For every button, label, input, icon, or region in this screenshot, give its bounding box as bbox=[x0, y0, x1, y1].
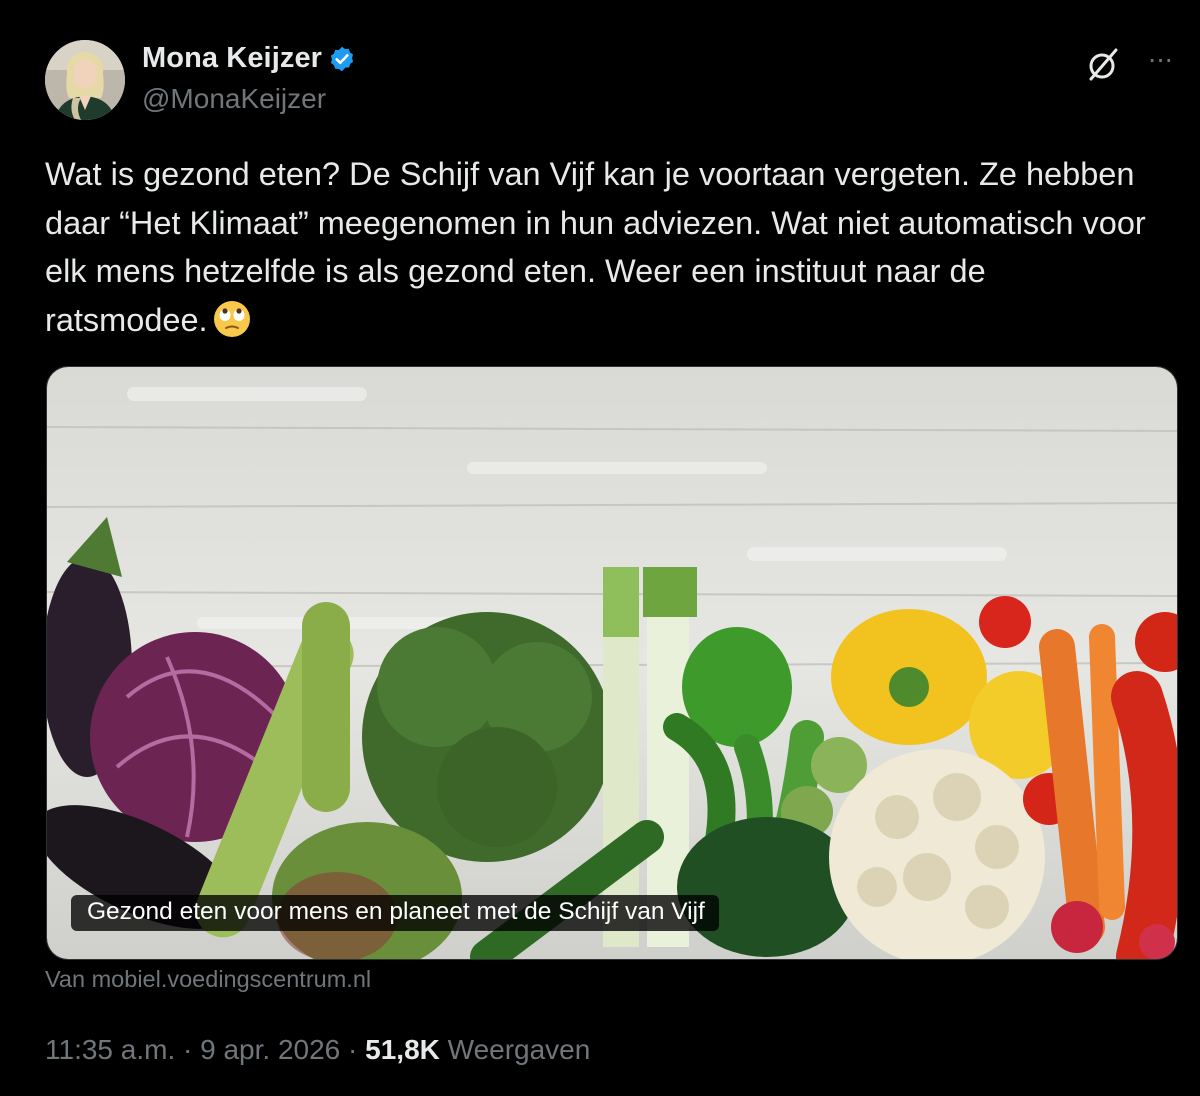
meta-separator: · bbox=[348, 1034, 358, 1065]
more-options-icon[interactable]: ··· bbox=[1140, 44, 1180, 80]
tweet-body: Wat is gezond eten? De Schijf van Vijf k… bbox=[45, 156, 1146, 338]
tweet-date[interactable]: 9 apr. 2026 bbox=[200, 1034, 340, 1065]
face-with-rolling-eyes-icon bbox=[212, 299, 252, 353]
tweet-meta: 11:35 a.m. · 9 apr. 2026 · 51,8K Weergav… bbox=[45, 1034, 590, 1066]
card-image bbox=[47, 367, 1177, 959]
views-label: Weergaven bbox=[447, 1034, 591, 1065]
link-card[interactable]: Gezond eten voor mens en planeet met de … bbox=[46, 366, 1178, 960]
tweet-text: Wat is gezond eten? De Schijf van Vijf k… bbox=[45, 150, 1155, 352]
tweet: Mona Keijzer @MonaKeijzer ··· Wat is gez… bbox=[0, 0, 1200, 1096]
card-caption: Gezond eten voor mens en planeet met de … bbox=[71, 895, 719, 931]
verified-badge-icon[interactable] bbox=[328, 45, 356, 73]
author-display-name[interactable]: Mona Keijzer bbox=[142, 42, 322, 75]
author-handle[interactable]: @MonaKeijzer bbox=[142, 83, 326, 115]
grok-icon[interactable] bbox=[1084, 44, 1124, 84]
meta-separator: · bbox=[183, 1034, 193, 1065]
card-source-link[interactable]: Van mobiel.voedingscentrum.nl bbox=[45, 966, 371, 993]
avatar-image bbox=[45, 40, 125, 120]
tweet-time[interactable]: 11:35 a.m. bbox=[45, 1034, 175, 1065]
views-count[interactable]: 51,8K bbox=[365, 1034, 440, 1065]
avatar[interactable] bbox=[45, 40, 125, 120]
author-name-row: Mona Keijzer bbox=[142, 42, 356, 75]
